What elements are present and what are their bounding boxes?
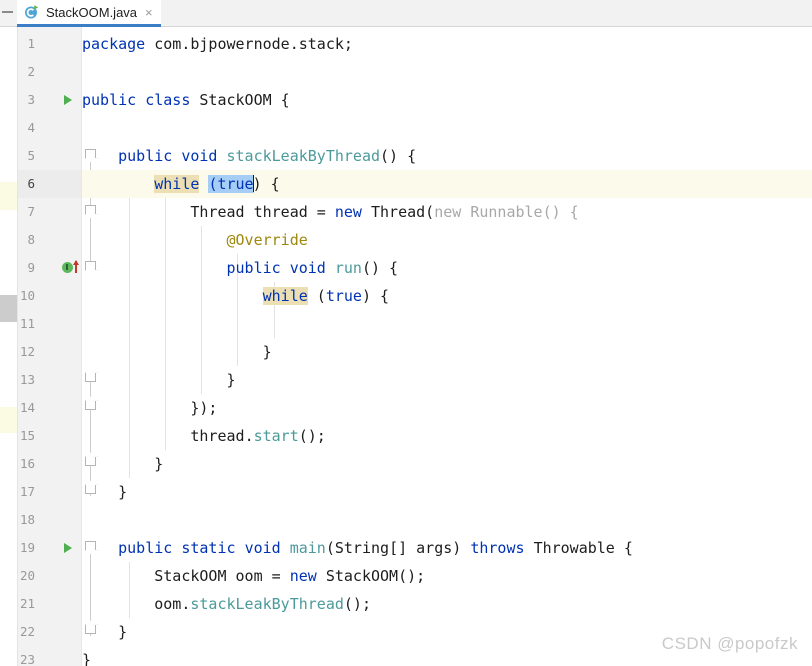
code-line[interactable]: } <box>82 338 812 366</box>
code-line[interactable]: while (true) { <box>82 282 812 310</box>
code-line[interactable] <box>82 114 812 142</box>
code-line[interactable]: public void stackLeakByThread() { <box>82 142 812 170</box>
line-number-14[interactable]: 14 <box>5 394 35 422</box>
code-line[interactable]: public class StackOOM { <box>82 86 812 114</box>
line-number-8[interactable]: 8 <box>5 226 35 254</box>
code-line[interactable] <box>82 506 812 534</box>
code-line[interactable]: StackOOM oom = new StackOOM(); <box>82 562 812 590</box>
line-number-3[interactable]: 3 <box>5 86 35 114</box>
editor-tab-label: StackOOM.java <box>46 4 138 20</box>
line-number-19[interactable]: 19 <box>5 534 35 562</box>
code-line[interactable]: public void run() { <box>82 254 812 282</box>
code-line[interactable]: public static void main(String[] args) t… <box>82 534 812 562</box>
collapse-sidebar-handle[interactable] <box>2 11 13 13</box>
line-number-5[interactable]: 5 <box>5 142 35 170</box>
code-line-caret[interactable]: while (true) { <box>82 170 812 198</box>
code-line[interactable]: package com.bjpowernode.stack; <box>82 30 812 58</box>
editor-tab-stackoom-java[interactable]: StackOOM.java × <box>17 0 161 27</box>
line-number-17[interactable]: 17 <box>5 478 35 506</box>
editor-tab-bar: StackOOM.java × <box>0 0 812 27</box>
run-triangle-icon[interactable] <box>64 95 72 105</box>
code-line[interactable]: } <box>82 478 812 506</box>
line-number-15[interactable]: 15 <box>5 422 35 450</box>
line-number-16[interactable]: 16 <box>5 450 35 478</box>
line-number-13[interactable]: 13 <box>5 366 35 394</box>
line-number-4[interactable]: 4 <box>5 114 35 142</box>
line-number-gutter[interactable]: 1 2 3 4 5 6 7 8 9 10 11 12 13 14 15 16 17 18 19 20 21 22 23 <box>18 27 96 666</box>
line-number-20[interactable]: 20 <box>5 562 35 590</box>
code-editor[interactable]: 1 2 3 4 5 6 7 8 9 10 11 12 13 14 15 16 17 18 19 20 21 22 23 pa… <box>0 27 812 666</box>
line-number-12[interactable]: 12 <box>5 338 35 366</box>
code-line[interactable]: Thread thread = new Thread(new Runnable(… <box>82 198 812 226</box>
line-number-11[interactable]: 11 <box>5 310 35 338</box>
watermark-text: CSDN @popofzk <box>661 634 798 653</box>
line-number-18[interactable]: 18 <box>5 506 35 534</box>
code-line[interactable]: oom.stackLeakByThread(); <box>82 590 812 618</box>
code-line[interactable] <box>82 310 812 338</box>
code-line[interactable]: } <box>82 450 812 478</box>
line-number-9[interactable]: 9 <box>5 254 35 282</box>
line-number-21[interactable]: 21 <box>5 590 35 618</box>
code-line[interactable] <box>82 58 812 86</box>
code-line[interactable]: }); <box>82 394 812 422</box>
override-method-icon[interactable] <box>62 262 73 273</box>
line-number-10[interactable]: 10 <box>5 282 35 310</box>
line-number-2[interactable]: 2 <box>5 58 35 86</box>
line-number-1[interactable]: 1 <box>5 30 35 58</box>
close-icon[interactable]: × <box>145 6 153 19</box>
run-triangle-icon[interactable] <box>64 543 72 553</box>
java-class-runnable-icon <box>24 4 40 20</box>
code-text-surface[interactable]: package com.bjpowernode.stack; public cla… <box>82 27 812 666</box>
code-line[interactable]: thread.start(); <box>82 422 812 450</box>
line-number-22[interactable]: 22 <box>5 618 35 646</box>
line-number-6[interactable]: 6 <box>5 170 35 198</box>
up-arrow-icon[interactable] <box>73 260 78 273</box>
code-line[interactable]: } <box>82 366 812 394</box>
line-number-7[interactable]: 7 <box>5 198 35 226</box>
code-line[interactable]: @Override <box>82 226 812 254</box>
line-number-23[interactable]: 23 <box>5 646 35 666</box>
